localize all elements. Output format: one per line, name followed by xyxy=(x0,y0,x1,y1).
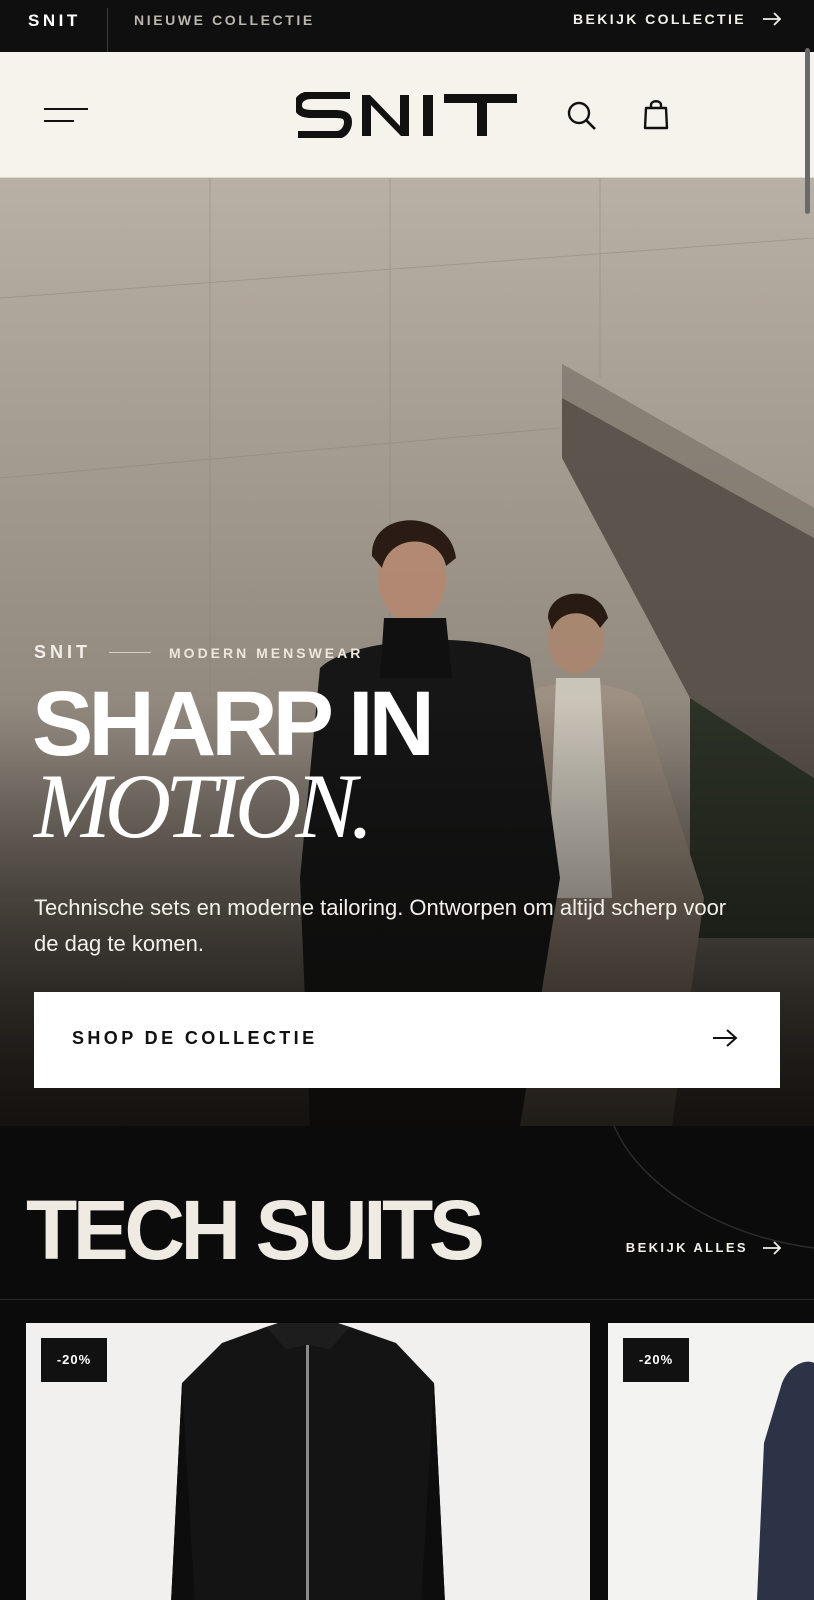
search-button[interactable] xyxy=(564,98,600,134)
menu-button[interactable] xyxy=(44,104,88,126)
page-scrollbar[interactable] xyxy=(800,0,814,1600)
hero-description: Technische sets en moderne tailoring. On… xyxy=(34,895,727,956)
hero-eyebrow: SNIT MODERN MENSWEAR xyxy=(34,642,363,663)
search-icon xyxy=(567,101,596,130)
discount-badge: -20% xyxy=(623,1338,689,1382)
eyebrow-tagline: MODERN MENSWEAR xyxy=(169,644,364,661)
view-all-link[interactable]: BEKIJK ALLES xyxy=(626,1240,782,1255)
section-divider xyxy=(0,1299,814,1300)
arrow-right-icon xyxy=(763,12,782,26)
snit-logo[interactable] xyxy=(296,92,518,138)
announcement-bar: SNIT NIEUWE COLLECTIE BEKIJK COLLECTIE xyxy=(0,0,814,52)
discount-badge: -20% xyxy=(41,1338,107,1382)
product-card[interactable]: -20% xyxy=(26,1323,590,1600)
cart-button[interactable] xyxy=(638,96,674,132)
topbar-divider xyxy=(107,8,108,52)
shopping-bag-icon xyxy=(643,100,669,130)
product-image xyxy=(26,1323,590,1600)
topbar-brand[interactable]: SNIT xyxy=(28,11,81,31)
eyebrow-divider xyxy=(109,652,152,653)
scrollbar-thumb[interactable] xyxy=(805,48,810,214)
shop-collection-button[interactable]: SHOP DE COLLECTIE xyxy=(34,992,780,1088)
view-all-label: BEKIJK ALLES xyxy=(625,1240,748,1255)
tech-suits-section: TECH SUITS BEKIJK ALLES -20% -20% xyxy=(0,1126,814,1600)
hero-section: SNIT MODERN MENSWEAR SHARP IN MOTION. Te… xyxy=(0,178,814,1126)
view-collection-link[interactable]: BEKIJK COLLECTIE xyxy=(573,11,782,27)
view-collection-label: BEKIJK COLLECTIE xyxy=(573,11,746,27)
shop-collection-label: SHOP DE COLLECTIE xyxy=(72,1028,318,1048)
section-title: TECH SUITS xyxy=(26,1183,485,1277)
arrow-right-icon xyxy=(763,1240,782,1255)
arrow-right-icon xyxy=(713,1029,738,1047)
product-card[interactable]: -20% xyxy=(608,1323,814,1600)
hero-headline-italic: MOTION. xyxy=(34,755,374,857)
eyebrow-brand: SNIT xyxy=(34,642,92,662)
site-header xyxy=(0,52,814,178)
announcement-text[interactable]: NIEUWE COLLECTIE xyxy=(134,12,315,28)
